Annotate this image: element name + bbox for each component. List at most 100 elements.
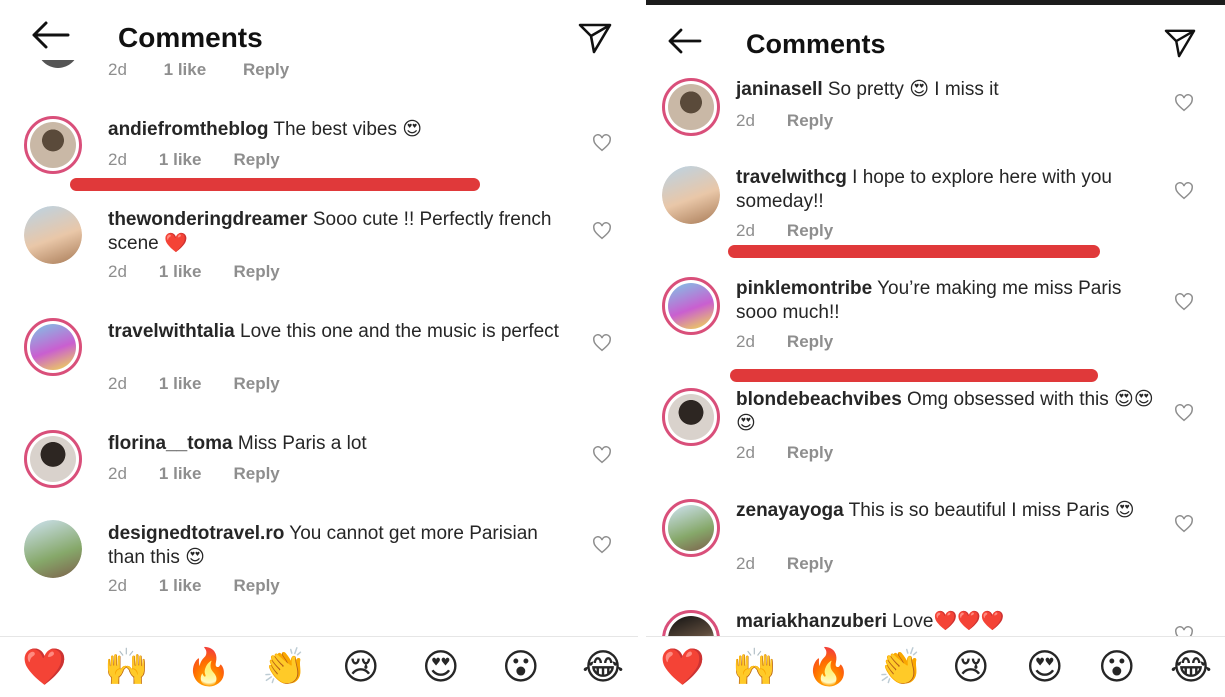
comment-meta: 2d 1 like Reply [108,262,312,282]
avatar-image [24,206,82,264]
emoji-reaction-7[interactable]: 😮 [1098,647,1136,687]
like-heart-icon[interactable] [592,222,612,245]
avatar[interactable] [24,430,82,488]
reply-button[interactable]: Reply [233,576,279,595]
emoji-reaction-bar: ❤️ 🙌 🔥 👏 😢 😍 😮 😂 [646,636,1225,697]
comment-time: 2d [736,554,755,573]
emoji-reaction-3[interactable]: 🔥 [186,647,231,687]
comment-text: blondebeachvibes Omg obsessed with this … [736,388,1156,436]
comment-username[interactable]: andiefromtheblog [108,119,268,140]
comment-username[interactable]: travelwithtalia [108,321,235,342]
comment-body: Miss Paris a lot [232,433,367,454]
reply-button[interactable]: Reply [787,332,833,351]
like-heart-icon[interactable] [1174,404,1194,427]
reply-button[interactable]: Reply [233,262,279,281]
like-heart-icon[interactable] [592,334,612,357]
emoji-reaction-2[interactable]: 🙌 [104,647,149,687]
comment-username[interactable]: zenayayoga [736,500,844,521]
comment-username[interactable]: travelwithcg [736,167,847,188]
comment-text: zenayayoga This is so beautiful I miss P… [736,499,1156,523]
highlight-underline [70,178,480,191]
avatar[interactable] [662,78,720,136]
comment-text: pinklemontribe You’re making me miss Par… [736,277,1156,325]
comment-list: andiefromtheblog The best vibes 😍 2d 1 lik… [0,0,638,697]
emoji-reaction-3[interactable]: 🔥 [806,647,851,687]
comment-body: So pretty 😍 I miss it [822,79,999,100]
comment-username[interactable]: janinasell [736,79,823,100]
comment-time: 2d [736,332,755,351]
avatar-image [30,436,76,482]
comment-time: 2d [108,150,127,169]
comment-meta: 2d Reply [736,221,865,241]
comment-username[interactable]: designedtotravel.ro [108,523,284,544]
comment-list: janinasell So pretty 😍 I miss it 2d Reply t… [646,0,1225,697]
reply-button[interactable]: Reply [787,221,833,240]
comment-time: 2d [108,262,127,281]
comment-time: 2d [108,464,127,483]
comment-meta: 2d Reply [736,554,865,574]
comment-meta: 2d 1 like Reply [108,464,312,484]
comment-time: 2d [108,374,127,393]
emoji-reaction-2[interactable]: 🙌 [732,647,777,687]
like-heart-icon[interactable] [592,536,612,559]
avatar-image [668,84,714,130]
avatar[interactable] [662,388,720,446]
like-heart-icon[interactable] [1174,94,1194,117]
avatar[interactable] [24,318,82,376]
emoji-reaction-4[interactable]: 👏 [262,647,307,687]
like-heart-icon[interactable] [592,446,612,469]
highlight-underline [730,369,1098,382]
comment-username[interactable]: pinklemontribe [736,278,872,299]
comment-username[interactable]: florina__toma [108,433,233,454]
emoji-reaction-6[interactable]: 😍 [1026,647,1064,687]
comment-time: 2d [108,576,127,595]
comment-likes[interactable]: 1 like [159,464,202,483]
comment-likes[interactable]: 1 like [159,374,202,393]
comment-time: 2d [736,221,755,240]
reply-button[interactable]: Reply [787,111,833,130]
comment-username[interactable]: blondebeachvibes [736,389,902,410]
avatar[interactable] [24,206,82,264]
comment-likes[interactable]: 1 like [159,576,202,595]
emoji-reaction-8[interactable]: 😂 [1170,647,1212,687]
avatar-image [668,283,714,329]
comment-username[interactable]: thewonderingdreamer [108,209,308,230]
like-heart-icon[interactable] [1174,515,1194,538]
comment-text: mariakhanzuberi Love❤️❤️❤️ [736,610,1156,634]
emoji-reaction-5[interactable]: 😢 [342,647,380,687]
comment-username[interactable]: mariakhanzuberi [736,611,887,632]
emoji-reaction-1[interactable]: ❤️ [22,647,67,687]
comment-likes[interactable]: 1 like [159,262,202,281]
emoji-reaction-4[interactable]: 👏 [878,647,923,687]
highlight-underline [728,245,1100,258]
emoji-reaction-1[interactable]: ❤️ [660,647,705,687]
comment-body: Love❤️❤️❤️ [887,611,1005,632]
like-heart-icon[interactable] [1174,182,1194,205]
avatar[interactable] [662,499,720,557]
emoji-reaction-5[interactable]: 😢 [952,647,990,687]
avatar-image [662,166,720,224]
reply-button[interactable]: Reply [787,554,833,573]
reply-button[interactable]: Reply [787,443,833,462]
comment-body: The best vibes 😍 [268,119,423,140]
reply-button[interactable]: Reply [233,464,279,483]
comment-body: Love this one and the music is perfect [234,321,559,342]
avatar[interactable] [662,166,720,224]
like-heart-icon[interactable] [592,134,612,157]
reply-button[interactable]: Reply [233,374,279,393]
comments-panel-right: Comments janinasell So pretty 😍 I miss i… [646,0,1225,697]
avatar-image [668,394,714,440]
comment-likes[interactable]: 1 like [159,150,202,169]
comment-meta: 2d 1 like Reply [108,576,312,596]
avatar[interactable] [662,277,720,335]
comment-meta: 2d Reply [736,332,865,352]
emoji-reaction-6[interactable]: 😍 [422,647,460,687]
reply-button[interactable]: Reply [233,150,279,169]
comment-text: designedtotravel.ro You cannot get more … [108,522,578,570]
avatar[interactable] [24,520,82,578]
emoji-reaction-8[interactable]: 😂 [582,647,624,687]
comment-text: andiefromtheblog The best vibes 😍 [108,118,578,142]
emoji-reaction-7[interactable]: 😮 [502,647,540,687]
avatar[interactable] [24,116,82,174]
like-heart-icon[interactable] [1174,293,1194,316]
